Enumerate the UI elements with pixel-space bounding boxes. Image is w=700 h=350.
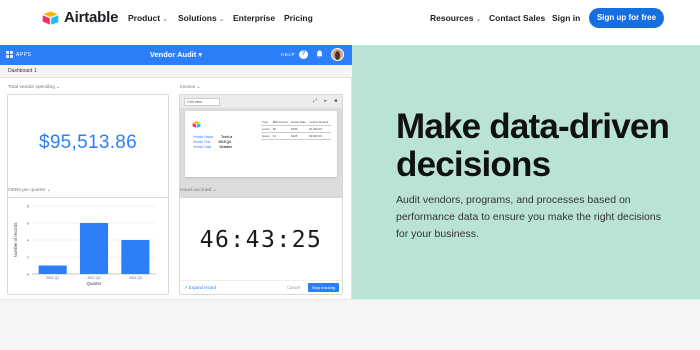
- y-tick-label: 0: [27, 272, 29, 276]
- chevron-down-icon: ⌄: [162, 16, 168, 23]
- hours-label[interactable]: Hours accrued ⌄: [180, 188, 217, 193]
- next-section: [0, 299, 700, 350]
- avatar[interactable]: [331, 48, 344, 61]
- nav-product[interactable]: Product ⌄: [128, 13, 168, 23]
- y-axis-label: Number of records: [13, 223, 18, 258]
- dashboard-tab[interactable]: Dashboard 1: [8, 68, 37, 74]
- vendor-spending-value: $95,513.86: [38, 132, 138, 153]
- invoice-toolbar: Grid view ⤢ ▸ ■: [180, 95, 342, 109]
- app-screenshot: APPS Vendor Audit ▾ HELP ? Dashboard 1 T…: [0, 45, 352, 299]
- invoice-fields: Vendor Name Tech is Vendor Sna 2019 Q4 Ven…: [193, 135, 232, 149]
- x-tick-label: 2021 Q2: [87, 276, 100, 280]
- table-row: Ipsum 24 $125 $3,000.00: [261, 132, 331, 140]
- stop-tracking-button[interactable]: Stop tracking: [308, 283, 339, 292]
- x-tick-label: 2021 Q1: [46, 276, 59, 280]
- bar: [38, 265, 67, 274]
- view-select[interactable]: Grid view: [184, 98, 220, 106]
- airtable-logo-icon: [42, 11, 59, 25]
- y-tick-label: 4: [27, 238, 29, 242]
- invoice-table: Type Billed Hours Hourly Rate Invoice Am…: [261, 119, 331, 140]
- invoice-tools[interactable]: ⤢ ▸ ■: [313, 98, 340, 104]
- x-axis-label: Quarter: [87, 281, 102, 286]
- y-tick-label: 6: [27, 221, 29, 225]
- hero-headline: Make data-driven decisions: [396, 107, 670, 184]
- bar: [79, 223, 109, 274]
- hours-timer: 46:43:25: [199, 227, 323, 253]
- invoice-field: Vendor Date October: [193, 144, 232, 149]
- okrs-chart-panel: 0 2 4 6 8 2021 Q1 2021 Q2 2021 Q3 Quarter Number …: [7, 197, 169, 295]
- nav-sign-in[interactable]: Sign in: [552, 13, 580, 23]
- app-toolbar: APPS Vendor Audit ▾ HELP ?: [0, 45, 352, 65]
- hours-footer: ↗ Expand record Cancel Stop tracking: [180, 280, 342, 294]
- chevron-down-icon: ⌄: [218, 16, 225, 23]
- nav-resources[interactable]: Resources ⌄: [430, 13, 481, 23]
- help-link[interactable]: HELP: [281, 52, 295, 57]
- dashboard-tab-bar: Dashboard 1: [0, 65, 352, 78]
- help-icon[interactable]: ?: [299, 50, 308, 59]
- bar: [121, 240, 150, 274]
- nav-pricing[interactable]: Pricing: [284, 13, 313, 23]
- airtable-logo-icon: [192, 121, 201, 128]
- table-row: Lorem 48 $150 $7,200.00: [261, 125, 331, 133]
- nav-enterprise[interactable]: Enterprise: [233, 13, 275, 23]
- expand-record-link[interactable]: ↗ Expand record: [184, 285, 216, 290]
- nav-solutions[interactable]: Solutions ⌄: [178, 13, 225, 23]
- bell-icon[interactable]: [316, 50, 323, 60]
- sign-up-button[interactable]: Sign up for free: [589, 8, 664, 28]
- invoice-document: Vendor Name Tech is Vendor Sna 2019 Q4 Ven…: [185, 111, 337, 177]
- nav-contact-sales[interactable]: Contact Sales: [489, 13, 545, 23]
- airtable-logo[interactable]: Airtable: [42, 9, 118, 26]
- y-tick-label: 2: [27, 255, 29, 259]
- chevron-down-icon: ⌄: [475, 16, 482, 23]
- brand-name: Airtable: [64, 9, 119, 26]
- top-nav: Airtable Product ⌄ Solutions ⌄ Enterprise …: [0, 0, 700, 38]
- invoice-label[interactable]: Invoice ⌄: [180, 85, 201, 90]
- vendor-spending-label[interactable]: Total vendor spending ⌄: [8, 85, 60, 90]
- okrs-label[interactable]: OKRs per quarter ⌄: [8, 188, 51, 193]
- okrs-chart: 0 2 4 6 8 2021 Q1 2021 Q2 2021 Q3 Quarter Number …: [13, 204, 156, 286]
- hero-subcopy: Audit vendors, programs, and processes b…: [396, 194, 661, 240]
- cancel-button[interactable]: Cancel: [287, 285, 300, 290]
- x-tick-label: 2021 Q3: [129, 276, 142, 280]
- y-tick-label: 8: [27, 204, 29, 208]
- hours-panel: 46:43:25 ↗ Expand record Cancel Stop tra…: [179, 197, 343, 295]
